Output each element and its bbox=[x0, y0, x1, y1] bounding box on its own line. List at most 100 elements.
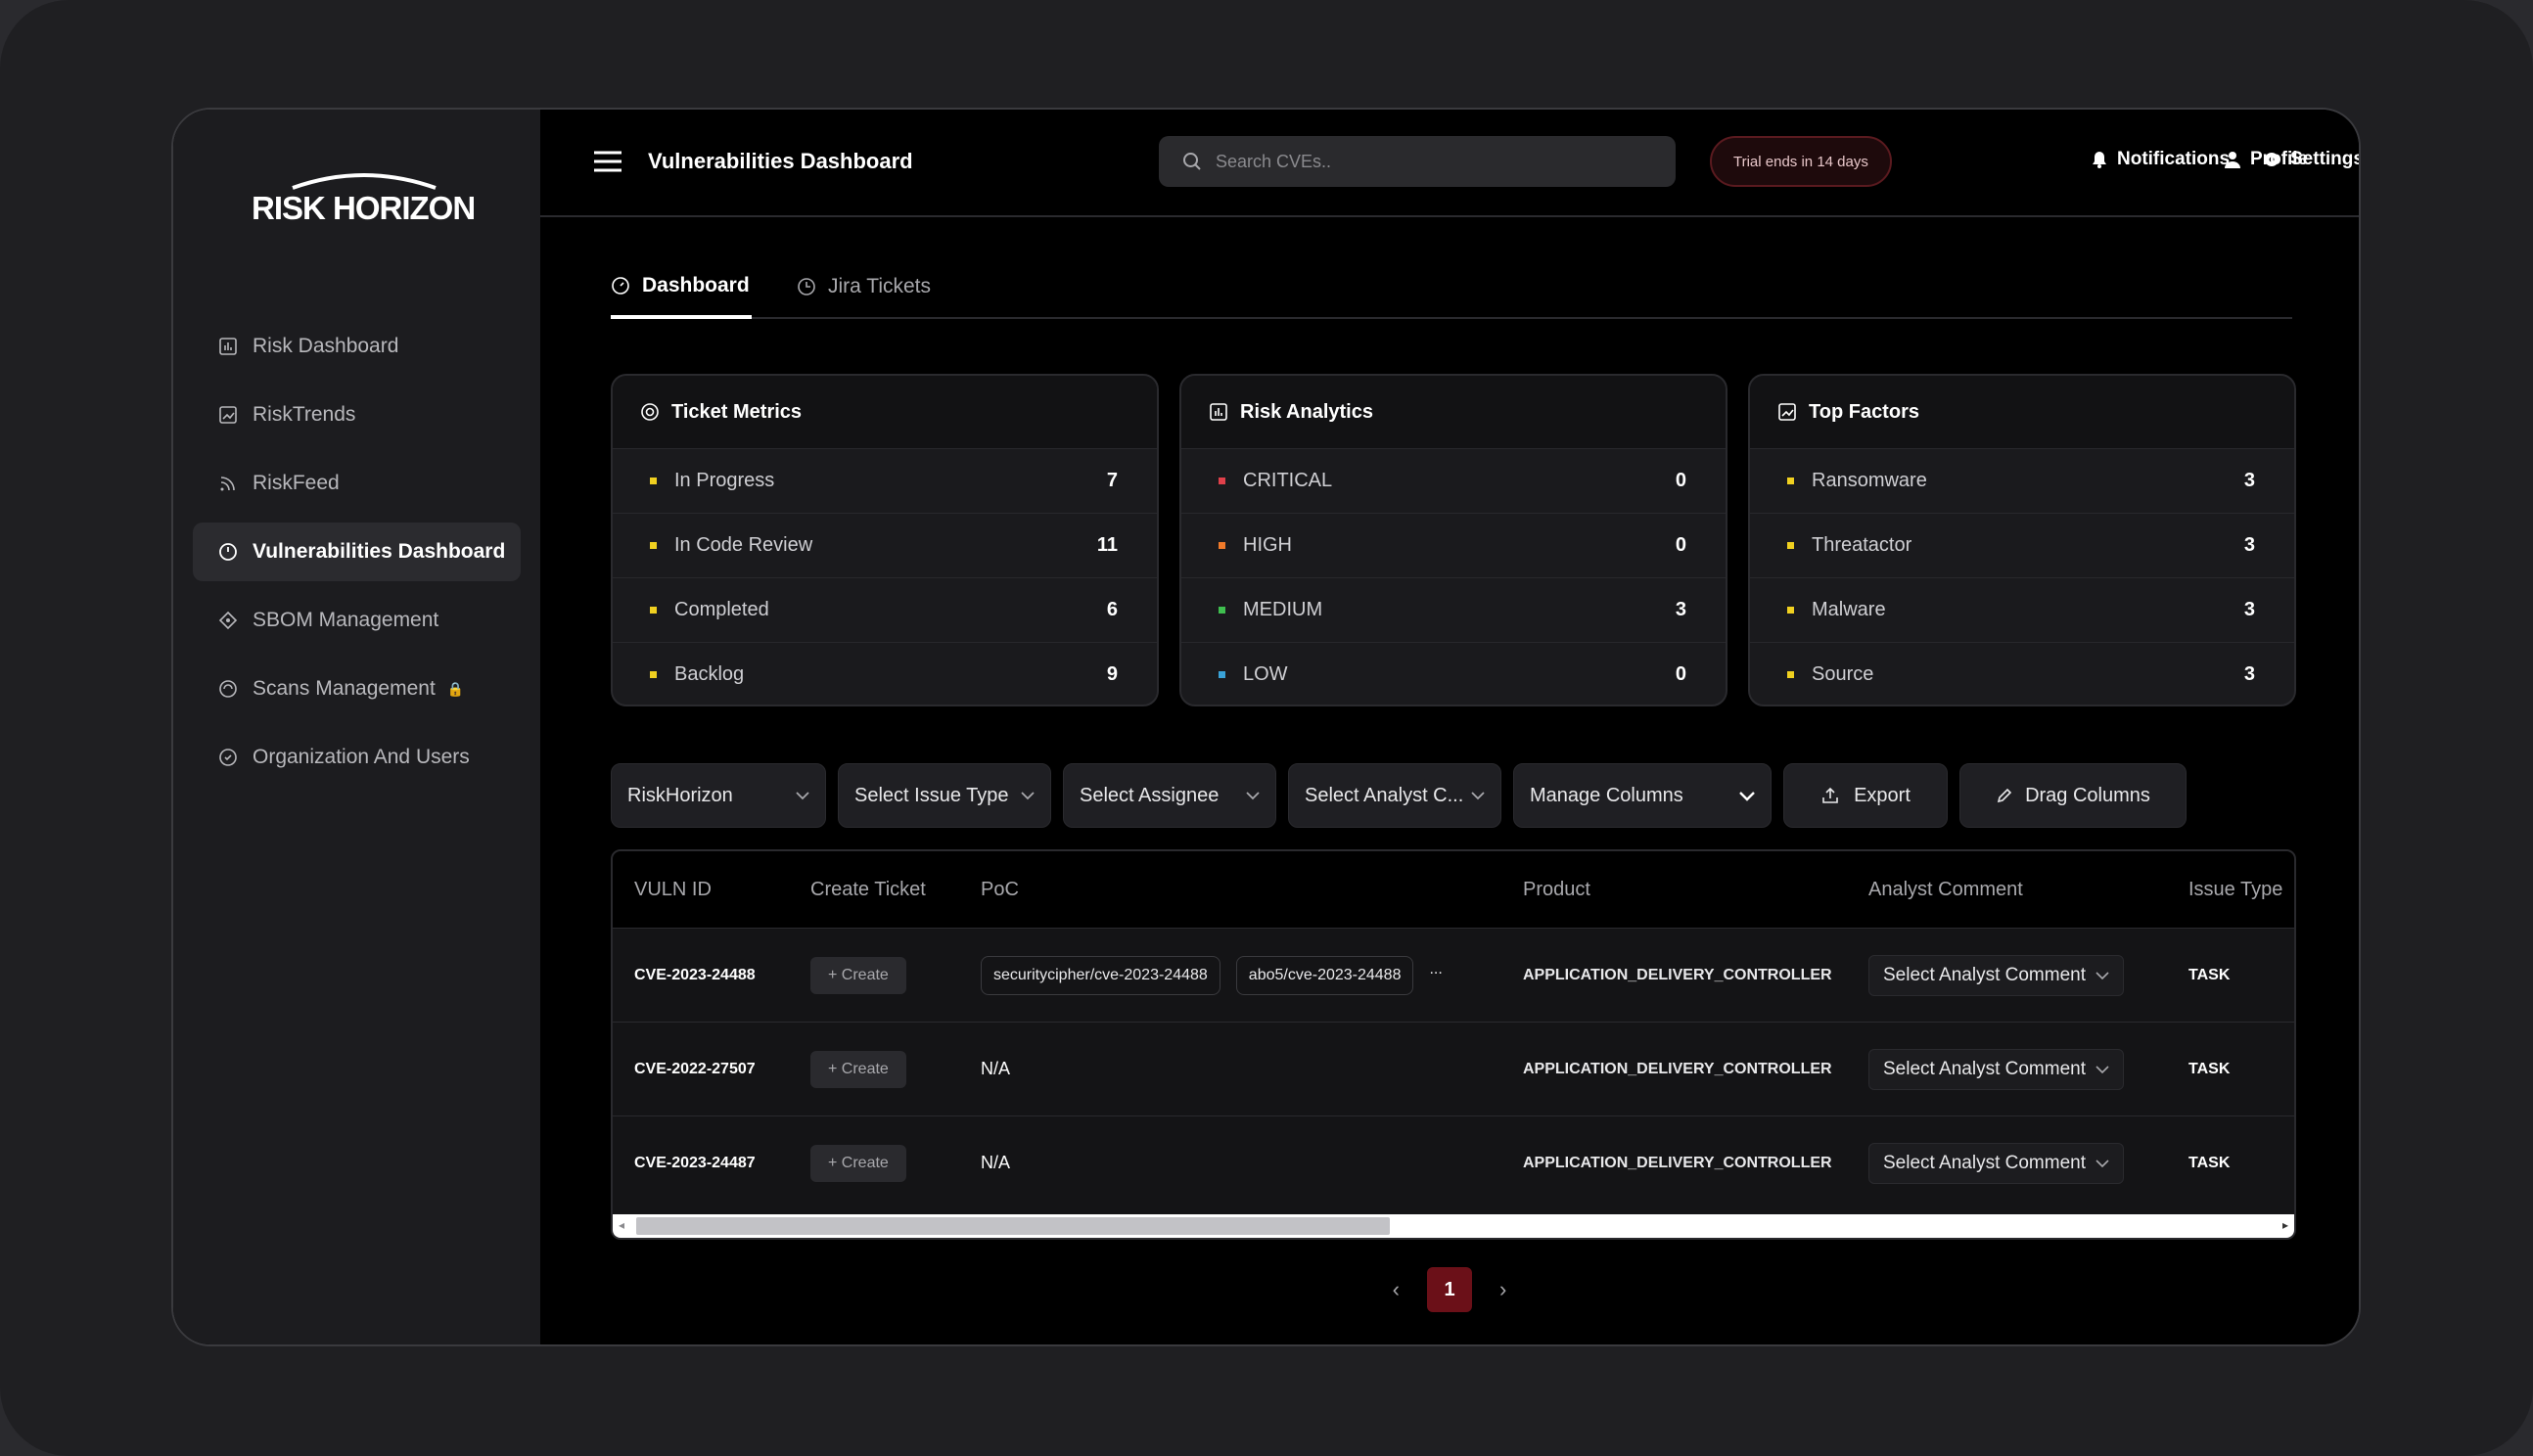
column-header-poc[interactable]: PoC bbox=[981, 879, 1019, 901]
search-placeholder: Search CVEs.. bbox=[1216, 151, 1332, 171]
logo-text: RISK HORIZON bbox=[252, 190, 476, 226]
table-header: VULN ID Create Ticket PoC Product Analys… bbox=[613, 851, 2294, 928]
metric-value: 6 bbox=[1106, 599, 1118, 620]
chevron-down-icon bbox=[2095, 1065, 2109, 1073]
page-number-button[interactable]: 1 bbox=[1427, 1267, 1472, 1312]
bullet-icon bbox=[1787, 671, 1794, 678]
product: APPLICATION_DELIVERY_CONTROLLER bbox=[1523, 1154, 1832, 1171]
drag-columns-button[interactable]: Drag Columns bbox=[1959, 763, 2187, 828]
analyst-comment-value: Select Analyst Comment bbox=[1883, 1152, 2086, 1173]
app-window: RISK HORIZON Risk Dashboard RiskTrends R… bbox=[171, 108, 2361, 1346]
issue-type: TASK bbox=[2188, 1060, 2231, 1077]
column-header-vuln-id[interactable]: VULN ID bbox=[634, 879, 712, 901]
sidebar-item-risktrends[interactable]: RiskTrends bbox=[193, 386, 521, 444]
factor-row: Ransomware 3 bbox=[1750, 448, 2294, 513]
lock-icon: 🔒 bbox=[446, 680, 465, 697]
trial-badge[interactable]: Trial ends in 14 days bbox=[1710, 136, 1892, 187]
top-factors-card: Top Factors Ransomware 3 Threatactor 3 Mal… bbox=[1748, 374, 2296, 706]
manage-columns-select[interactable]: Manage Columns bbox=[1513, 763, 1772, 828]
bell-icon bbox=[2093, 152, 2106, 168]
next-page-button[interactable]: › bbox=[1499, 1277, 1506, 1302]
sidebar-item-scans-management[interactable]: Scans Management 🔒 bbox=[193, 660, 521, 718]
vuln-id[interactable]: CVE-2023-24487 bbox=[634, 1116, 756, 1209]
horizontal-scrollbar[interactable]: ◂ ▸ bbox=[613, 1214, 2294, 1238]
org-select[interactable]: RiskHorizon bbox=[611, 763, 826, 828]
bullet-icon bbox=[1219, 542, 1225, 549]
target-icon bbox=[641, 403, 659, 421]
vulnerabilities-table: VULN ID Create Ticket PoC Product Analys… bbox=[611, 849, 2296, 1240]
metric-label: Completed bbox=[674, 599, 769, 620]
create-ticket-button[interactable]: + Create bbox=[810, 1050, 906, 1088]
export-button[interactable]: Export bbox=[1783, 763, 1948, 828]
create-ticket-button[interactable]: + Create bbox=[810, 1144, 906, 1182]
metric-label: Backlog bbox=[674, 663, 745, 685]
sidebar-item-label: RiskFeed bbox=[253, 472, 340, 494]
card-title: Risk Analytics bbox=[1240, 400, 1373, 423]
assignee-select[interactable]: Select Assignee bbox=[1063, 763, 1276, 828]
search-input[interactable]: Search CVEs.. bbox=[1159, 136, 1676, 187]
scroll-right-icon[interactable]: ▸ bbox=[2282, 1218, 2288, 1232]
org-select-value: RiskHorizon bbox=[627, 784, 733, 806]
factor-row: Malware 3 bbox=[1750, 577, 2294, 642]
bar-chart-icon bbox=[217, 336, 239, 357]
sidebar-item-sbom-management[interactable]: SBOM Management bbox=[193, 591, 521, 650]
bullet-icon bbox=[1787, 478, 1794, 484]
page-title: Vulnerabilities Dashboard bbox=[648, 149, 913, 173]
create-ticket-button[interactable]: + Create bbox=[810, 956, 906, 994]
card-header: Top Factors bbox=[1750, 376, 2294, 448]
chevron-down-icon bbox=[1021, 792, 1035, 800]
sidebar-item-organization-and-users[interactable]: Organization And Users bbox=[193, 728, 521, 787]
bullet-icon bbox=[1219, 478, 1225, 484]
drag-columns-label: Drag Columns bbox=[2025, 784, 2150, 806]
poc-link[interactable]: abo5/cve-2023-24488 bbox=[1235, 955, 1414, 995]
chevron-down-icon bbox=[796, 792, 809, 800]
analyst-comment-select[interactable]: Select Analyst Comment bbox=[1868, 1142, 2124, 1184]
table-row: CVE-2023-24487 + Create N/A APPLICATION_… bbox=[613, 1115, 2294, 1209]
sidebar-item-label: SBOM Management bbox=[253, 609, 439, 631]
sidebar-item-label: Scans Management bbox=[253, 677, 436, 700]
tab-jira-tickets[interactable]: Jira Tickets bbox=[797, 256, 931, 317]
factor-value: 3 bbox=[2243, 534, 2255, 556]
column-header-create-ticket[interactable]: Create Ticket bbox=[810, 879, 926, 901]
sidebar-item-risk-dashboard[interactable]: Risk Dashboard bbox=[193, 317, 521, 376]
vuln-id[interactable]: CVE-2023-24488 bbox=[634, 929, 756, 1022]
tab-dashboard-label: Dashboard bbox=[642, 274, 750, 296]
scan-icon bbox=[217, 678, 239, 700]
tab-dashboard[interactable]: Dashboard bbox=[611, 256, 752, 319]
product: APPLICATION_DELIVERY_CONTROLLER bbox=[1523, 1060, 1832, 1077]
notifications-link[interactable]: Notifications bbox=[2092, 149, 2230, 170]
analyst-comment-select[interactable]: Select Analyst Comment bbox=[1868, 954, 2124, 996]
jira-icon bbox=[798, 278, 815, 296]
card-header: Risk Analytics bbox=[1181, 376, 1726, 448]
column-header-product[interactable]: Product bbox=[1523, 879, 1590, 901]
scrollbar-thumb[interactable] bbox=[636, 1217, 1390, 1235]
analyst-comment-value: Select Analyst Comment bbox=[1883, 964, 2086, 985]
sidebar-item-vulnerabilities-dashboard[interactable]: Vulnerabilities Dashboard bbox=[193, 523, 521, 581]
hamburger-menu-icon[interactable] bbox=[594, 151, 622, 172]
top-bar: Vulnerabilities Dashboard Search CVEs.. … bbox=[540, 110, 2359, 217]
logo[interactable]: RISK HORIZON bbox=[252, 168, 476, 227]
prev-page-button[interactable]: ‹ bbox=[1393, 1277, 1400, 1302]
column-header-issue-type[interactable]: Issue Type bbox=[2188, 879, 2282, 901]
metric-row: Completed 6 bbox=[613, 577, 1157, 642]
vuln-id[interactable]: CVE-2022-27507 bbox=[634, 1023, 756, 1115]
notifications-label: Notifications bbox=[2117, 149, 2231, 169]
poc-cell: securitycipher/cve-2023-24488 abo5/cve-2… bbox=[981, 929, 1443, 1022]
risk-row: LOW 0 bbox=[1181, 642, 1726, 705]
column-header-analyst-comment[interactable]: Analyst Comment bbox=[1868, 879, 2023, 901]
assignee-select-value: Select Assignee bbox=[1080, 784, 1220, 806]
issue-type-select[interactable]: Select Issue Type bbox=[838, 763, 1051, 828]
poc-more[interactable]: ... bbox=[1429, 961, 1442, 978]
bullet-icon bbox=[650, 671, 657, 678]
sidebar-item-riskfeed[interactable]: RiskFeed bbox=[193, 454, 521, 513]
bullet-icon bbox=[1787, 607, 1794, 614]
scroll-left-icon[interactable]: ◂ bbox=[619, 1218, 624, 1232]
analyst-comment-select[interactable]: Select Analyst C... bbox=[1288, 763, 1501, 828]
poc-link[interactable]: securitycipher/cve-2023-24488 bbox=[981, 955, 1220, 995]
analyst-comment-select[interactable]: Select Analyst Comment bbox=[1868, 1048, 2124, 1090]
sidebar-item-label: Risk Dashboard bbox=[253, 335, 399, 357]
profile-button[interactable]: Profile bbox=[2225, 149, 2308, 170]
card-title: Ticket Metrics bbox=[671, 400, 803, 423]
factor-label: Ransomware bbox=[1812, 470, 1927, 491]
create-ticket-cell: + Create bbox=[810, 1116, 906, 1209]
